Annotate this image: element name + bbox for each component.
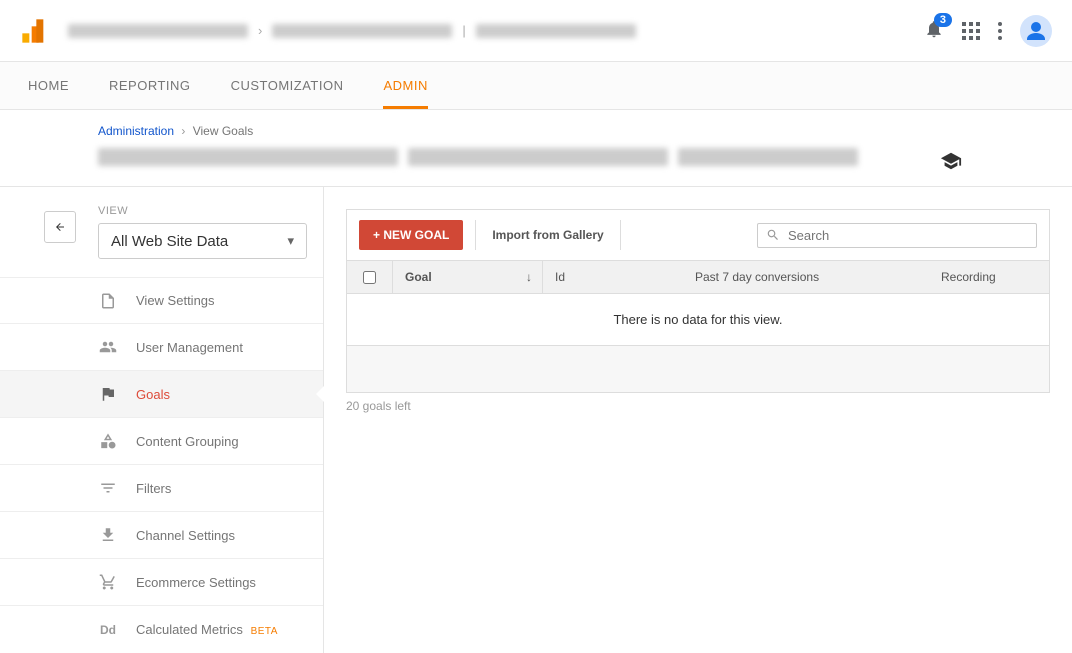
metrics-icon: Dd	[98, 620, 118, 640]
search-box[interactable]	[757, 223, 1037, 248]
sidebar-item-content-grouping[interactable]: Content Grouping	[0, 418, 323, 465]
view-select[interactable]: All Web Site Data ▾	[98, 223, 307, 259]
back-button[interactable]	[44, 211, 76, 243]
column-id[interactable]: Id	[543, 270, 683, 284]
sidebar: VIEW All Web Site Data ▾ View Settings U…	[0, 187, 324, 653]
sidebar-item-label: Channel Settings	[136, 528, 235, 543]
panel-footer	[347, 346, 1049, 392]
sidebar-item-label: User Management	[136, 340, 243, 355]
sidebar-menu: View Settings User Management Goals Cont…	[0, 277, 323, 653]
filter-icon	[98, 478, 118, 498]
view-select-value: All Web Site Data	[111, 233, 228, 250]
import-gallery-button[interactable]: Import from Gallery	[475, 220, 620, 250]
column-conversions[interactable]: Past 7 day conversions	[683, 270, 929, 284]
column-recording[interactable]: Recording	[929, 270, 1049, 284]
more-menu-icon[interactable]	[998, 22, 1002, 40]
users-icon	[98, 337, 118, 357]
property-path	[98, 148, 974, 166]
new-goal-button[interactable]: + NEW GOAL	[359, 220, 463, 250]
search-input[interactable]	[788, 228, 1028, 243]
sidebar-item-label: Filters	[136, 481, 171, 496]
column-goal[interactable]: Goal ↓	[393, 261, 543, 293]
tab-home[interactable]: HOME	[28, 62, 69, 109]
top-header: › | 3	[0, 0, 1072, 62]
panel-toolbar: + NEW GOAL Import from Gallery	[347, 210, 1049, 260]
main-tabs: HOME REPORTING CUSTOMIZATION ADMIN	[0, 62, 1072, 110]
select-all-checkbox[interactable]	[347, 261, 393, 293]
flag-icon	[98, 384, 118, 404]
sidebar-item-label: Goals	[136, 387, 170, 402]
user-avatar[interactable]	[1020, 15, 1052, 47]
cart-icon	[98, 572, 118, 592]
sidebar-item-calculated-metrics[interactable]: Dd Calculated Metrics BETA	[0, 606, 323, 653]
analytics-logo-icon[interactable]	[20, 17, 48, 45]
content-panel: + NEW GOAL Import from Gallery Goal ↓ Id…	[324, 187, 1072, 653]
sidebar-item-user-management[interactable]: User Management	[0, 324, 323, 371]
header-actions: 3	[924, 15, 1052, 47]
tab-reporting[interactable]: REPORTING	[109, 62, 191, 109]
empty-state: There is no data for this view.	[347, 294, 1049, 346]
breadcrumb-administration[interactable]: Administration	[98, 124, 174, 138]
sidebar-item-filters[interactable]: Filters	[0, 465, 323, 512]
education-icon[interactable]	[940, 150, 962, 175]
sort-arrow-icon: ↓	[526, 270, 532, 284]
grouping-icon	[98, 431, 118, 451]
search-icon	[766, 228, 780, 242]
breadcrumb: Administration › View Goals	[98, 124, 974, 138]
sidebar-item-channel-settings[interactable]: Channel Settings	[0, 512, 323, 559]
sidebar-item-ecommerce-settings[interactable]: Ecommerce Settings	[0, 559, 323, 606]
view-label: VIEW	[98, 205, 323, 217]
sidebar-item-label: Content Grouping	[136, 434, 239, 449]
channel-icon	[98, 525, 118, 545]
main-content: VIEW All Web Site Data ▾ View Settings U…	[0, 187, 1072, 653]
beta-badge: BETA	[251, 626, 278, 637]
tab-customization[interactable]: CUSTOMIZATION	[231, 62, 344, 109]
breadcrumb-current: View Goals	[193, 124, 253, 138]
sidebar-item-label: View Settings	[136, 293, 215, 308]
notifications-button[interactable]: 3	[924, 19, 944, 42]
sub-header: Administration › View Goals	[0, 110, 1072, 187]
apps-menu-icon[interactable]	[962, 22, 980, 40]
goals-remaining: 20 goals left	[346, 399, 1050, 413]
tab-admin[interactable]: ADMIN	[383, 62, 427, 109]
sidebar-item-label: Ecommerce Settings	[136, 575, 256, 590]
goals-panel: + NEW GOAL Import from Gallery Goal ↓ Id…	[346, 209, 1050, 393]
chevron-down-icon: ▾	[287, 233, 294, 249]
sidebar-item-view-settings[interactable]: View Settings	[0, 277, 323, 324]
account-breadcrumb[interactable]: › |	[68, 23, 924, 38]
table-header: Goal ↓ Id Past 7 day conversions Recordi…	[347, 260, 1049, 294]
sidebar-item-goals[interactable]: Goals	[0, 371, 323, 418]
sidebar-item-label: Calculated Metrics BETA	[136, 622, 278, 637]
document-icon	[98, 291, 118, 311]
notification-badge: 3	[934, 13, 952, 27]
